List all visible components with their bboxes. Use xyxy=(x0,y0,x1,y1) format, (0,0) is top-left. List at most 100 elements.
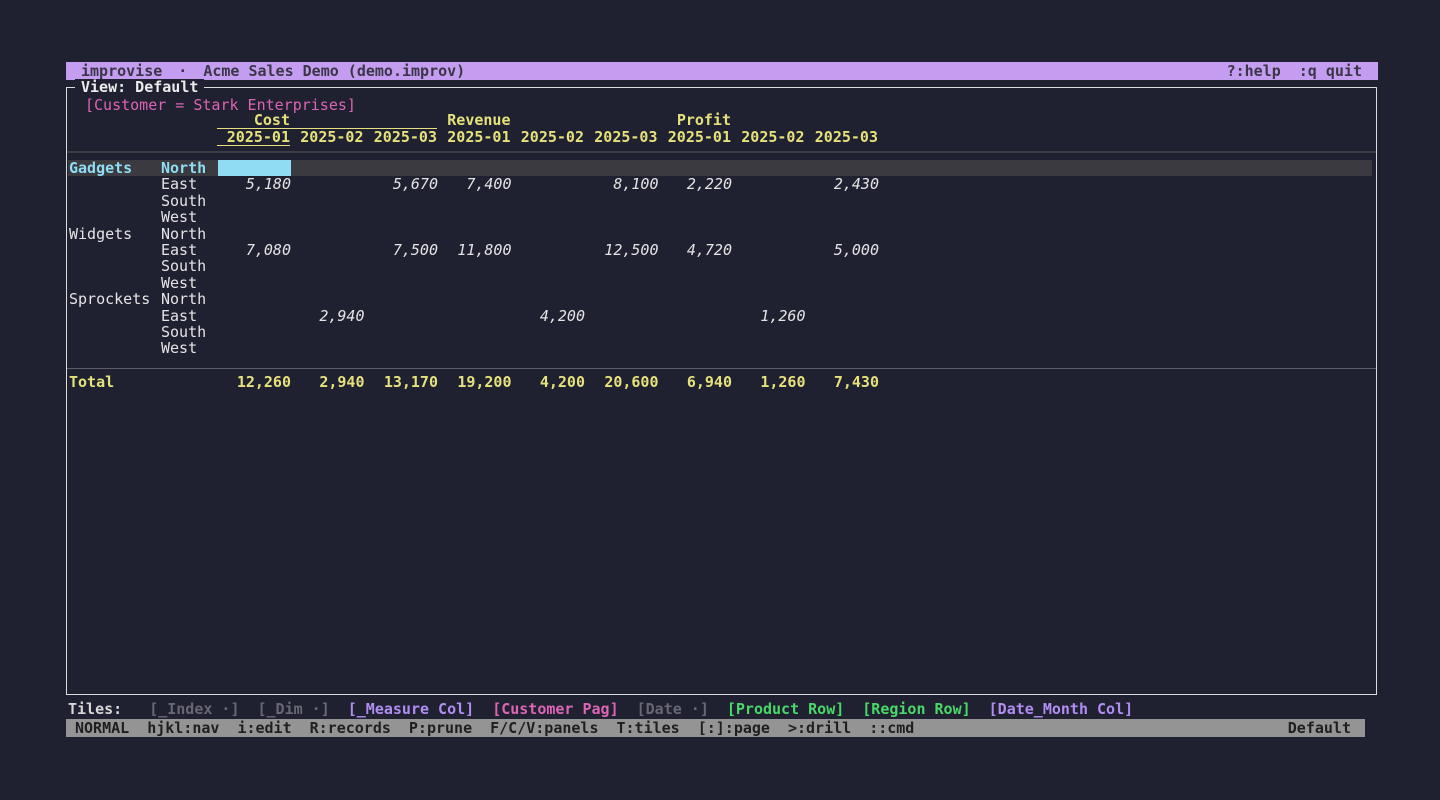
status-view-name: Default xyxy=(1288,719,1365,737)
pivot-cell[interactable]: 12,500 xyxy=(585,242,659,258)
keybinding-hint: hjkl:nav xyxy=(147,719,219,737)
pivot-cell[interactable]: 5,670 xyxy=(365,176,439,192)
view-panel: View: Default [Customer = Stark Enterpri… xyxy=(66,87,1377,695)
month-column-header[interactable]: 2025-02 xyxy=(731,129,805,145)
tile-dim[interactable]: [_Dim ·] xyxy=(258,700,330,718)
keybinding-hint: [:]:page xyxy=(698,719,770,737)
total-cell: 4,200 xyxy=(512,374,586,391)
tile-productrow[interactable]: [Product Row] xyxy=(727,700,844,718)
table-row[interactable]: Widgets North xyxy=(68,226,1372,242)
region-label[interactable]: South xyxy=(161,324,206,340)
table-row[interactable]: South xyxy=(68,324,1372,340)
tiles-label: Tiles: xyxy=(66,700,122,718)
region-label[interactable]: South xyxy=(161,258,206,274)
total-cell: 6,940 xyxy=(659,374,733,391)
tile-index[interactable]: [_Index ·] xyxy=(149,700,239,718)
month-column-header[interactable]: 2025-03 xyxy=(584,129,658,145)
pivot-cell[interactable]: 1,260 xyxy=(732,308,806,324)
region-label[interactable]: North xyxy=(161,226,206,242)
table-row[interactable]: East 2,940 4,200 1,260 xyxy=(68,308,1372,324)
table-row[interactable]: West xyxy=(68,275,1372,291)
pivot-cell[interactable]: 7,500 xyxy=(365,242,439,258)
pivot-cell[interactable]: 7,400 xyxy=(438,176,512,192)
keybinding-hint: R:records xyxy=(310,719,391,737)
product-label[interactable]: Gadgets xyxy=(69,160,132,176)
table-row[interactable]: South xyxy=(68,193,1372,209)
status-hints: hjkl:navi:editR:recordsP:pruneF/C/V:pane… xyxy=(147,719,932,737)
table-row[interactable]: Sprockets North xyxy=(68,291,1372,307)
pivot-cell[interactable]: 4,720 xyxy=(659,242,733,258)
region-label[interactable]: East xyxy=(161,242,197,258)
month-column-header[interactable]: 2025-02 xyxy=(290,129,364,145)
total-cell: 1,260 xyxy=(732,374,806,391)
region-label[interactable]: West xyxy=(161,340,197,356)
terminal-window: improvise · Acme Sales Demo (demo.improv… xyxy=(66,62,1378,80)
pivot-cell[interactable]: 11,800 xyxy=(438,242,512,258)
total-separator xyxy=(67,368,1376,369)
region-label[interactable]: North xyxy=(161,291,206,307)
region-label[interactable]: North xyxy=(161,160,206,176)
help-hint: ?:help xyxy=(1227,62,1281,80)
tiles-strip: Tiles: [_Index ·][_Dim ·][_Measure Col][… xyxy=(66,700,1378,718)
month-column-header[interactable]: 2025-03 xyxy=(364,129,438,145)
pivot-cell[interactable]: 8,100 xyxy=(585,176,659,192)
tile-regionrow[interactable]: [Region Row] xyxy=(862,700,970,718)
region-label[interactable]: West xyxy=(161,275,197,291)
region-label[interactable]: West xyxy=(161,209,197,225)
table-row[interactable]: Gadgets North xyxy=(68,160,1372,176)
pivot-cell[interactable]: 2,430 xyxy=(806,176,880,192)
measure-group-header[interactable]: Cost xyxy=(217,112,291,128)
quit-hint: :q quit xyxy=(1299,62,1362,80)
total-cell: 12,260 xyxy=(218,374,292,391)
total-cell: 20,600 xyxy=(585,374,659,391)
region-label[interactable]: East xyxy=(161,308,197,324)
keybinding-hint: F/C/V:panels xyxy=(490,719,598,737)
total-cell: 19,200 xyxy=(438,374,512,391)
total-cell: 7,430 xyxy=(806,374,880,391)
view-title: View: Default xyxy=(75,79,204,96)
month-column-header[interactable]: 2025-02 xyxy=(511,129,585,145)
pivot-body: GadgetsNorthEast5,1805,6707,4008,1002,22… xyxy=(68,160,1372,357)
pivot-cell[interactable]: 4,200 xyxy=(512,308,586,324)
status-bar: NORMAL hjkl:navi:editR:recordsP:pruneF/C… xyxy=(66,719,1365,737)
keybinding-hint: ::cmd xyxy=(869,719,914,737)
keybinding-hint: T:tiles xyxy=(617,719,680,737)
measure-group-header-row: Cost Revenue Profit xyxy=(67,112,1376,129)
title-bar: improvise · Acme Sales Demo (demo.improv… xyxy=(66,62,1378,80)
total-label: Total xyxy=(69,374,114,391)
tiles-list: [_Index ·] [_Dim ·] [_Measure Col] [Custome… xyxy=(149,700,1151,718)
tile-customerpag[interactable]: [Customer Pag] xyxy=(492,700,618,718)
tile-date[interactable]: [Date ·] xyxy=(637,700,709,718)
table-row[interactable]: West xyxy=(68,340,1372,356)
month-header-row: 2025-012025-022025-032025-012025-022025-… xyxy=(67,129,1376,146)
measure-group-header[interactable]: Profit xyxy=(658,112,732,128)
total-cell: 13,170 xyxy=(365,374,439,391)
month-column-header[interactable]: 2025-01 xyxy=(437,129,511,145)
region-label[interactable]: South xyxy=(161,193,206,209)
pivot-cell[interactable]: 2,940 xyxy=(291,308,365,324)
month-column-header[interactable]: 2025-01 xyxy=(217,129,291,146)
pivot-cell[interactable]: 2,220 xyxy=(659,176,733,192)
product-label[interactable]: Sprockets xyxy=(69,291,150,307)
keybinding-hint: P:prune xyxy=(409,719,472,737)
mode-indicator: NORMAL xyxy=(66,719,129,737)
pivot-cell[interactable]: 7,080 xyxy=(218,242,292,258)
table-row[interactable]: East 7,080 7,50011,800 12,5004,720 5,000 xyxy=(68,242,1372,258)
tile-datemonthcol[interactable]: [Date_Month Col] xyxy=(989,700,1134,718)
table-row[interactable]: East 5,180 5,6707,400 8,1002,220 2,430 xyxy=(68,176,1372,192)
header-separator xyxy=(67,151,1376,153)
cursor-cell[interactable] xyxy=(218,160,292,176)
total-row: Total 12,2602,94013,17019,2004,20020,600… xyxy=(68,374,1372,391)
pivot-cell[interactable]: 5,000 xyxy=(806,242,880,258)
region-label[interactable]: East xyxy=(161,176,197,192)
month-column-header[interactable]: 2025-03 xyxy=(805,129,879,145)
product-label[interactable]: Widgets xyxy=(69,226,132,242)
table-row[interactable]: West xyxy=(68,209,1372,225)
total-cell: 2,940 xyxy=(291,374,365,391)
table-row[interactable]: South xyxy=(68,258,1372,274)
month-column-header[interactable]: 2025-01 xyxy=(658,129,732,145)
measure-group-header[interactable]: Revenue xyxy=(437,112,511,128)
tile-measurecol[interactable]: [_Measure Col] xyxy=(348,700,474,718)
document-title: Acme Sales Demo (demo.improv) xyxy=(203,62,465,80)
pivot-cell[interactable]: 5,180 xyxy=(218,176,292,192)
